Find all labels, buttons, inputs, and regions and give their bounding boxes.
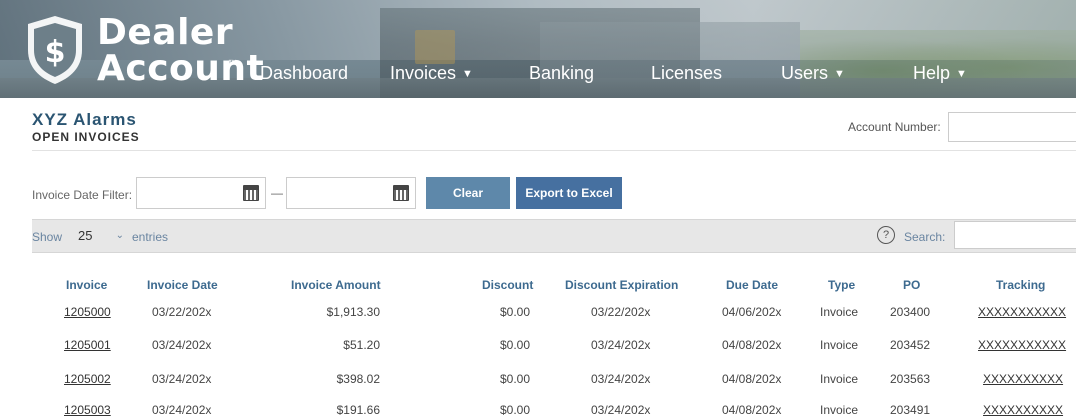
- date-range-separator: —: [271, 186, 283, 200]
- nav-dashboard[interactable]: Dashboard: [260, 63, 348, 84]
- invoice-date-filter-label: Invoice Date Filter:: [32, 188, 133, 202]
- nav-licenses[interactable]: Licenses: [651, 63, 722, 84]
- company-name: XYZ Alarms: [32, 110, 137, 129]
- clear-button[interactable]: Clear: [426, 177, 510, 209]
- due-date-cell: 04/08/202x: [722, 403, 782, 417]
- nav-dashboard-label: Dashboard: [260, 63, 349, 83]
- caret-down-icon: ▼: [462, 68, 473, 80]
- type-cell: Invoice: [820, 403, 859, 417]
- entries-per-page-select[interactable]: 25 ⌄: [70, 226, 126, 246]
- tracking-link[interactable]: XXXXXXXXXXX: [978, 338, 1066, 352]
- invoice-amount-cell: $51.20: [343, 338, 380, 352]
- nav-invoices-label: Invoices: [390, 63, 457, 83]
- tracking-link[interactable]: XXXXXXXXXX: [983, 403, 1063, 417]
- entries-per-page-value: 25: [78, 228, 93, 243]
- export-to-excel-button[interactable]: Export to Excel: [516, 177, 622, 209]
- calendar-icon[interactable]: [393, 185, 409, 201]
- logo-trademark: ™: [228, 58, 237, 68]
- po-cell: 203491: [890, 403, 931, 417]
- type-cell: Invoice: [820, 338, 859, 352]
- type-cell: Invoice: [820, 305, 859, 319]
- due-date-cell: 04/08/202x: [722, 338, 782, 352]
- po-cell: 203452: [890, 338, 931, 352]
- discount-cell: $0.00: [499, 372, 530, 386]
- discount-expiration-cell: 03/24/202x: [591, 403, 651, 417]
- date-from-input[interactable]: [136, 177, 266, 209]
- discount-cell: $0.00: [499, 338, 530, 352]
- po-cell: 203563: [890, 372, 931, 386]
- search-input[interactable]: [954, 221, 1076, 249]
- page-title: OPEN INVOICES: [32, 130, 140, 144]
- invoice-amount-cell: $191.66: [336, 403, 380, 417]
- nav-invoices[interactable]: Invoices ▼: [390, 63, 473, 84]
- po-cell: 203400: [890, 305, 931, 319]
- caret-down-icon: ▼: [956, 68, 967, 80]
- account-number-input[interactable]: [948, 112, 1076, 142]
- invoice-link[interactable]: 1205000: [64, 305, 111, 319]
- nav-licenses-label: Licenses: [651, 63, 723, 83]
- tracking-link[interactable]: XXXXXXXXXX: [983, 372, 1063, 386]
- column-header-discount[interactable]: Discount: [482, 278, 533, 292]
- calendar-icon[interactable]: [243, 185, 259, 201]
- svg-text:$: $: [45, 35, 66, 70]
- type-cell: Invoice: [820, 372, 859, 386]
- column-header-type[interactable]: Type: [828, 278, 855, 292]
- nav-users-label: Users: [781, 63, 829, 83]
- search-label: Search:: [904, 230, 946, 244]
- column-header-po[interactable]: PO: [903, 278, 920, 292]
- logo-line-1: Dealer: [97, 12, 234, 53]
- nav-banking[interactable]: Banking: [529, 63, 594, 84]
- chevron-down-icon: ⌄: [115, 230, 124, 241]
- divider: [32, 150, 1076, 151]
- discount-expiration-cell: 03/22/202x: [591, 305, 651, 319]
- column-header-invoice[interactable]: Invoice: [66, 278, 107, 292]
- account-number-label: Account Number:: [848, 120, 941, 134]
- due-date-cell: 04/08/202x: [722, 372, 782, 386]
- caret-down-icon: ▼: [834, 68, 845, 80]
- invoice-date-cell: 03/24/202x: [152, 372, 212, 386]
- dollar-shield-icon: $: [28, 16, 82, 84]
- help-icon[interactable]: ?: [877, 226, 895, 244]
- invoice-link[interactable]: 1205002: [64, 372, 111, 386]
- discount-expiration-cell: 03/24/202x: [591, 372, 651, 386]
- discount-expiration-cell: 03/24/202x: [591, 338, 651, 352]
- invoice-link[interactable]: 1205001: [64, 338, 111, 352]
- discount-cell: $0.00: [499, 305, 530, 319]
- show-label: Show: [32, 230, 63, 244]
- due-date-cell: 04/06/202x: [722, 305, 782, 319]
- tracking-link[interactable]: XXXXXXXXXXX: [978, 305, 1066, 319]
- column-header-due-date[interactable]: Due Date: [726, 278, 778, 292]
- logo-line-2: Account: [97, 48, 265, 89]
- header-background-window: [415, 30, 455, 64]
- date-to-input[interactable]: [286, 177, 416, 209]
- invoice-date-cell: 03/24/202x: [152, 403, 212, 417]
- invoice-date-cell: 03/24/202x: [152, 338, 212, 352]
- header: $ Dealer Account ™ Dashboard Invoices ▼ B…: [0, 0, 1076, 98]
- nav-help-label: Help: [913, 63, 951, 83]
- invoice-amount-cell: $398.02: [336, 372, 380, 386]
- nav-help[interactable]: Help ▼: [913, 63, 967, 84]
- nav-users[interactable]: Users ▼: [781, 63, 845, 84]
- column-header-invoice-date[interactable]: Invoice Date: [147, 278, 218, 292]
- invoice-link[interactable]: 1205003: [64, 403, 111, 417]
- invoice-date-cell: 03/22/202x: [152, 305, 212, 319]
- invoice-amount-cell: $1,913.30: [326, 305, 380, 319]
- column-header-discount-expiration[interactable]: Discount Expiration: [565, 278, 678, 292]
- column-header-invoice-amount[interactable]: Invoice Amount: [291, 278, 381, 292]
- entries-label: entries: [132, 230, 169, 244]
- nav-banking-label: Banking: [529, 63, 595, 83]
- discount-cell: $0.00: [499, 403, 530, 417]
- column-header-tracking[interactable]: Tracking: [996, 278, 1045, 292]
